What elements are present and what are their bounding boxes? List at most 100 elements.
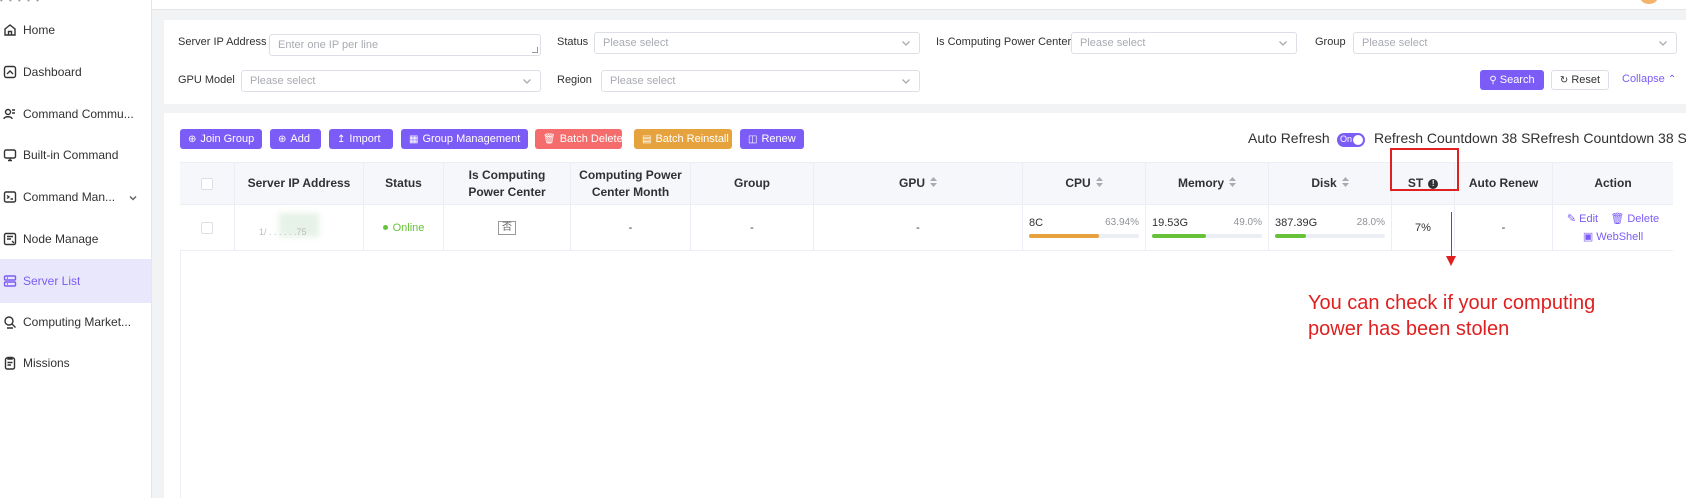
- memory-cell: 19.53G 49.0%: [1146, 205, 1269, 250]
- select-all-cell: [180, 163, 235, 204]
- sidebar-item-label: Missions: [23, 356, 70, 370]
- header-disk-label: Disk: [1311, 176, 1337, 190]
- batch-reinstall-label: Batch Reinstall: [655, 133, 729, 145]
- server-ip-cell: 1/ . . . . . .75: [235, 205, 364, 250]
- batch-delete-button[interactable]: 🗑 Batch Delete: [535, 129, 623, 149]
- sidebar-item-dashboard[interactable]: Dashboard: [0, 50, 151, 94]
- status-select[interactable]: Please select: [594, 32, 920, 54]
- delete-link[interactable]: 🗑 Delete: [1610, 213, 1659, 225]
- chevron-down-icon: [522, 76, 532, 86]
- server-ip-label: Server IP Address: [178, 36, 267, 48]
- refresh-icon: ↻: [1559, 74, 1569, 86]
- upload-icon: ↥: [337, 133, 346, 145]
- annotation-highlight-box: [1390, 148, 1459, 191]
- sidebar-item-command-community[interactable]: Command Commu...: [0, 92, 151, 136]
- row-checkbox[interactable]: [201, 221, 213, 234]
- sidebar-item-computing-market[interactable]: Computing Market...: [0, 300, 151, 344]
- group-management-button[interactable]: ▦ Group Management: [401, 129, 528, 149]
- edit-label: Edit: [1579, 212, 1599, 225]
- header-disk[interactable]: Disk: [1269, 163, 1392, 204]
- reset-button[interactable]: ↻ Reset: [1551, 70, 1609, 90]
- sort-icon[interactable]: [930, 175, 937, 192]
- collapse-button[interactable]: Collapse ⌃: [1622, 73, 1676, 85]
- header-status: Status: [364, 163, 444, 204]
- sidebar-item-label: Command Man...: [23, 190, 116, 204]
- server-ip-input[interactable]: Enter one IP per line: [269, 34, 541, 56]
- webshell-label: WebShell: [1596, 230, 1644, 243]
- renew-button[interactable]: ◫ Renew: [740, 129, 804, 149]
- disk-progress-fill: [1275, 234, 1306, 238]
- search-button[interactable]: ⚲ Search: [1480, 70, 1544, 90]
- sidebar-item-label: Home: [23, 23, 56, 37]
- gpu-model-placeholder: Please select: [250, 75, 316, 87]
- server-icon: [3, 274, 17, 288]
- add-button[interactable]: ⊕ Add: [270, 129, 321, 149]
- header-group: Group: [691, 163, 814, 204]
- sidebar-item-label: Dashboard: [23, 65, 82, 79]
- st-cell: 7%: [1392, 205, 1455, 250]
- sort-icon[interactable]: [1229, 175, 1236, 192]
- sidebar-item-missions[interactable]: Missions: [0, 341, 151, 385]
- chevron-down-icon: [1658, 38, 1668, 48]
- header-memory-label: Memory: [1177, 176, 1224, 190]
- disk-percent: 28.0%: [1356, 217, 1385, 228]
- month-cell: -: [571, 205, 691, 250]
- edit-link[interactable]: ✎ Edit: [1567, 213, 1598, 225]
- region-label: Region: [557, 74, 592, 86]
- status-text: Online: [392, 221, 425, 234]
- select-all-checkbox[interactable]: [201, 177, 213, 190]
- terminal-icon: ▣: [1582, 230, 1594, 243]
- market-icon: [3, 315, 17, 329]
- header-action: Action: [1594, 176, 1632, 190]
- command-community-icon: [3, 107, 17, 121]
- home-icon: [3, 23, 17, 37]
- logo: • • • • •: [0, 0, 41, 5]
- gpu-model-label: GPU Model: [178, 74, 235, 86]
- region-select[interactable]: Please select: [601, 70, 920, 92]
- group-select[interactable]: Please select: [1353, 32, 1677, 54]
- group-management-label: Group Management: [422, 133, 521, 145]
- resize-handle-icon[interactable]: [532, 47, 538, 53]
- header-line: Power Center: [468, 184, 546, 199]
- cpu-progress-fill: [1029, 234, 1100, 238]
- sidebar-item-server-list[interactable]: Server List: [0, 259, 151, 303]
- group-label: Group: [1315, 36, 1346, 48]
- header-gpu[interactable]: GPU: [814, 163, 1023, 204]
- sidebar-item-label: Node Manage: [23, 232, 99, 246]
- sidebar-item-node-manage[interactable]: Node Manage: [0, 217, 151, 261]
- sort-icon[interactable]: [1341, 175, 1349, 192]
- batch-reinstall-button[interactable]: ▤ Batch Reinstall: [634, 129, 732, 149]
- monitor-icon: [3, 148, 17, 162]
- blurred-ip: 1/ . . . . . .75: [259, 212, 339, 243]
- database-icon: ◫: [748, 133, 758, 145]
- computing-power-center-label: Is Computing Power Center: [936, 36, 1072, 48]
- action-row: ✎ Edit 🗑 Delete: [1567, 210, 1659, 228]
- sort-icon[interactable]: [1095, 175, 1103, 192]
- reset-button-label: Reset: [1571, 74, 1601, 86]
- sidebar-item-command-manage[interactable]: Command Man...: [0, 175, 151, 219]
- gpu-model-select[interactable]: Please select: [241, 70, 541, 92]
- add-label: Add: [290, 133, 310, 145]
- sidebar-item-home[interactable]: Home: [0, 8, 151, 52]
- webshell-link[interactable]: ▣ WebShell: [1583, 228, 1643, 246]
- auto-refresh-toggle[interactable]: On: [1337, 133, 1365, 147]
- header-cpu[interactable]: CPU: [1023, 163, 1146, 204]
- chevron-down-icon: [1278, 38, 1288, 48]
- header-gpu-label: GPU: [898, 176, 925, 190]
- status-dot: [382, 225, 388, 230]
- auto-renew-cell: -: [1455, 205, 1553, 250]
- join-group-label: Join Group: [200, 133, 255, 145]
- sidebar-item-label: Server List: [23, 274, 81, 288]
- computing-power-center-select[interactable]: Please select: [1071, 32, 1297, 54]
- header-memory[interactable]: Memory: [1146, 163, 1269, 204]
- sidebar-item-built-in-command[interactable]: Built-in Command: [0, 133, 151, 177]
- sidebar-item-label: Command Commu...: [23, 107, 134, 121]
- trash-icon: 🗑: [1610, 212, 1625, 225]
- import-button[interactable]: ↥ Import: [329, 129, 393, 149]
- avatar[interactable]: [1640, 0, 1658, 4]
- chevron-up-icon: ⌃: [1667, 74, 1677, 85]
- header-computing-power-center-month: Computing Power Center Month: [571, 163, 691, 204]
- grid-icon: ▦: [409, 133, 419, 145]
- refresh-countdown: Refresh Countdown 38 SRefresh Countdown …: [1374, 130, 1686, 146]
- join-group-button[interactable]: ⊕ Join Group: [180, 129, 262, 149]
